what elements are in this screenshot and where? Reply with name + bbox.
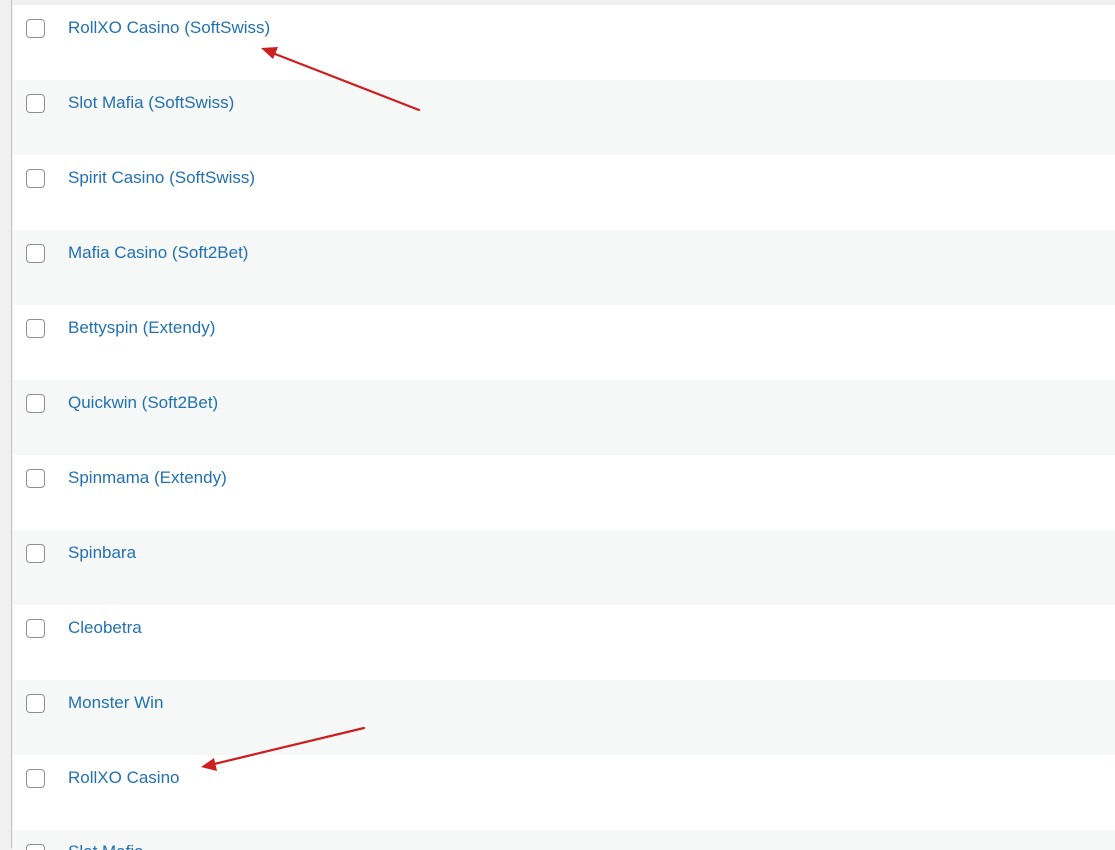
row-checkbox[interactable] [26,544,45,563]
row-checkbox[interactable] [26,169,45,188]
list-item: RollXO Casino [13,755,1115,830]
list-item: Quickwin (Soft2Bet) [13,380,1115,455]
list-item: Cleobetra [13,605,1115,680]
list-item: Slot Mafia (SoftSwiss) [13,80,1115,155]
row-checkbox[interactable] [26,769,45,788]
list-item: Bettyspin (Extendy) [13,305,1115,380]
row-checkbox[interactable] [26,469,45,488]
list-item: Mafia Casino (Soft2Bet) [13,230,1115,305]
item-title-link[interactable]: Spirit Casino (SoftSwiss) [68,168,255,188]
item-title-link[interactable]: Monster Win [68,693,163,713]
row-checkbox[interactable] [26,844,45,850]
list-item: Monster Win [13,680,1115,755]
item-title-link[interactable]: Quickwin (Soft2Bet) [68,393,218,413]
item-title-link[interactable]: Bettyspin (Extendy) [68,318,215,338]
row-checkbox[interactable] [26,19,45,38]
row-checkbox[interactable] [26,619,45,638]
item-title-link[interactable]: Slot Mafia (SoftSwiss) [68,93,234,113]
item-title-link[interactable]: Spinmama (Extendy) [68,468,227,488]
item-title-link[interactable]: RollXO Casino (SoftSwiss) [68,18,270,38]
list-item: RollXO Casino (SoftSwiss) [13,5,1115,80]
item-title-link[interactable]: RollXO Casino [68,768,180,788]
list-item: Spirit Casino (SoftSwiss) [13,155,1115,230]
row-checkbox[interactable] [26,319,45,338]
row-checkbox[interactable] [26,394,45,413]
list-item: Slot Mafia [13,830,1115,850]
row-checkbox[interactable] [26,244,45,263]
item-title-link[interactable]: Mafia Casino (Soft2Bet) [68,243,248,263]
item-title-link[interactable]: Cleobetra [68,618,142,638]
list-item: Spinmama (Extendy) [13,455,1115,530]
item-title-link[interactable]: Slot Mafia [68,842,144,850]
post-list: RollXO Casino (SoftSwiss) Slot Mafia (So… [13,5,1115,850]
item-title-link[interactable]: Spinbara [68,543,136,563]
admin-left-edge [0,0,12,848]
row-checkbox[interactable] [26,94,45,113]
row-checkbox[interactable] [26,694,45,713]
list-item: Spinbara [13,530,1115,605]
